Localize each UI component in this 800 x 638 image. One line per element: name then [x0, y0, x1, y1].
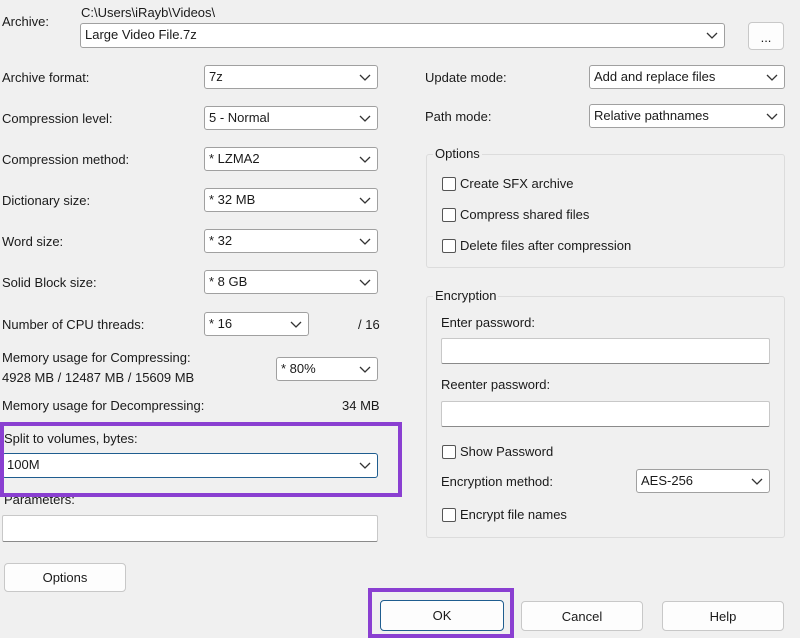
- browse-button[interactable]: ...: [748, 22, 784, 50]
- chevron-down-icon: [359, 197, 371, 204]
- parameters-input[interactable]: [2, 515, 378, 542]
- chevron-down-icon: [359, 238, 371, 245]
- compress-shared-checkbox[interactable]: [442, 208, 456, 222]
- chevron-down-icon: [766, 74, 778, 81]
- enter-password-input[interactable]: [441, 338, 770, 364]
- archive-format-value: 7z: [209, 69, 223, 84]
- path-mode-value: Relative pathnames: [594, 108, 709, 123]
- update-mode-select[interactable]: Add and replace files: [589, 65, 785, 89]
- dictionary-size-label: Dictionary size:: [2, 193, 91, 208]
- word-size-label: Word size:: [2, 234, 64, 249]
- memory-decompress-label: Memory usage for Decompressing:: [2, 398, 205, 413]
- cpu-threads-value: * 16: [209, 316, 233, 331]
- compression-method-value: * LZMA2: [209, 151, 260, 166]
- compression-level-select[interactable]: 5 - Normal: [204, 106, 378, 130]
- chevron-down-icon: [359, 74, 371, 81]
- path-mode-label: Path mode:: [425, 109, 492, 124]
- options-button[interactable]: Options: [4, 563, 126, 592]
- delete-after-label: Delete files after compression: [460, 238, 632, 253]
- archive-name-value: Large Video File.7z: [85, 27, 197, 42]
- solid-block-size-label: Solid Block size:: [2, 275, 97, 290]
- word-size-value: * 32: [209, 233, 233, 248]
- show-password-checkbox[interactable]: [442, 445, 456, 459]
- solid-block-size-value: * 8 GB: [209, 274, 248, 289]
- compression-method-select[interactable]: * LZMA2: [204, 147, 378, 171]
- chevron-down-icon: [359, 115, 371, 122]
- chevron-down-icon: [359, 156, 371, 163]
- cpu-threads-max: / 16: [358, 317, 380, 332]
- encryption-group-title: Encryption: [433, 288, 499, 304]
- reenter-password-label: Reenter password:: [441, 377, 551, 392]
- encryption-method-select[interactable]: AES-256: [636, 469, 770, 493]
- memory-compress-label: Memory usage for Compressing:: [2, 350, 191, 365]
- cpu-threads-label: Number of CPU threads:: [2, 317, 145, 332]
- dictionary-size-select[interactable]: * 32 MB: [204, 188, 378, 212]
- chevron-down-icon: [751, 478, 763, 485]
- encryption-method-value: AES-256: [641, 473, 694, 488]
- cpu-threads-select[interactable]: * 16: [204, 312, 309, 336]
- compression-level-label: Compression level:: [2, 111, 113, 126]
- chevron-down-icon: [290, 321, 302, 328]
- dictionary-size-value: * 32 MB: [209, 192, 256, 207]
- update-mode-value: Add and replace files: [594, 69, 716, 84]
- encrypt-names-label: Encrypt file names: [460, 507, 567, 522]
- solid-block-size-select[interactable]: * 8 GB: [204, 270, 378, 294]
- chevron-down-icon: [359, 366, 371, 373]
- cancel-button[interactable]: Cancel: [521, 601, 643, 631]
- ok-button-highlight: [368, 588, 514, 638]
- reenter-password-input[interactable]: [441, 401, 770, 427]
- compression-method-label: Compression method:: [2, 152, 130, 167]
- delete-after-checkbox[interactable]: [442, 239, 456, 253]
- help-button[interactable]: Help: [662, 601, 784, 631]
- compression-level-value: 5 - Normal: [209, 110, 270, 125]
- memory-compress-value: * 80%: [281, 361, 316, 376]
- archive-path: C:\Users\iRayb\Videos\: [81, 5, 216, 20]
- update-mode-label: Update mode:: [425, 70, 507, 85]
- chevron-down-icon: [706, 32, 718, 39]
- enter-password-label: Enter password:: [441, 315, 535, 330]
- path-mode-select[interactable]: Relative pathnames: [589, 104, 785, 128]
- split-volumes-highlight: [0, 422, 402, 497]
- memory-compress-detail: 4928 MB / 12487 MB / 15609 MB: [2, 370, 195, 385]
- chevron-down-icon: [766, 113, 778, 120]
- compress-shared-label: Compress shared files: [460, 207, 590, 222]
- options-group-title: Options: [433, 146, 482, 162]
- word-size-select[interactable]: * 32: [204, 229, 378, 253]
- archive-format-label: Archive format:: [2, 70, 90, 85]
- show-password-label: Show Password: [460, 444, 554, 459]
- chevron-down-icon: [359, 279, 371, 286]
- create-sfx-label: Create SFX archive: [460, 176, 574, 191]
- create-sfx-checkbox[interactable]: [442, 177, 456, 191]
- encryption-method-label: Encryption method:: [441, 474, 554, 489]
- encrypt-names-checkbox[interactable]: [442, 508, 456, 522]
- memory-compress-select[interactable]: * 80%: [276, 357, 378, 381]
- memory-decompress-value: 34 MB: [342, 398, 380, 413]
- archive-name-combo[interactable]: Large Video File.7z: [80, 23, 725, 48]
- archive-label: Archive:: [2, 14, 49, 29]
- archive-format-select[interactable]: 7z: [204, 65, 378, 89]
